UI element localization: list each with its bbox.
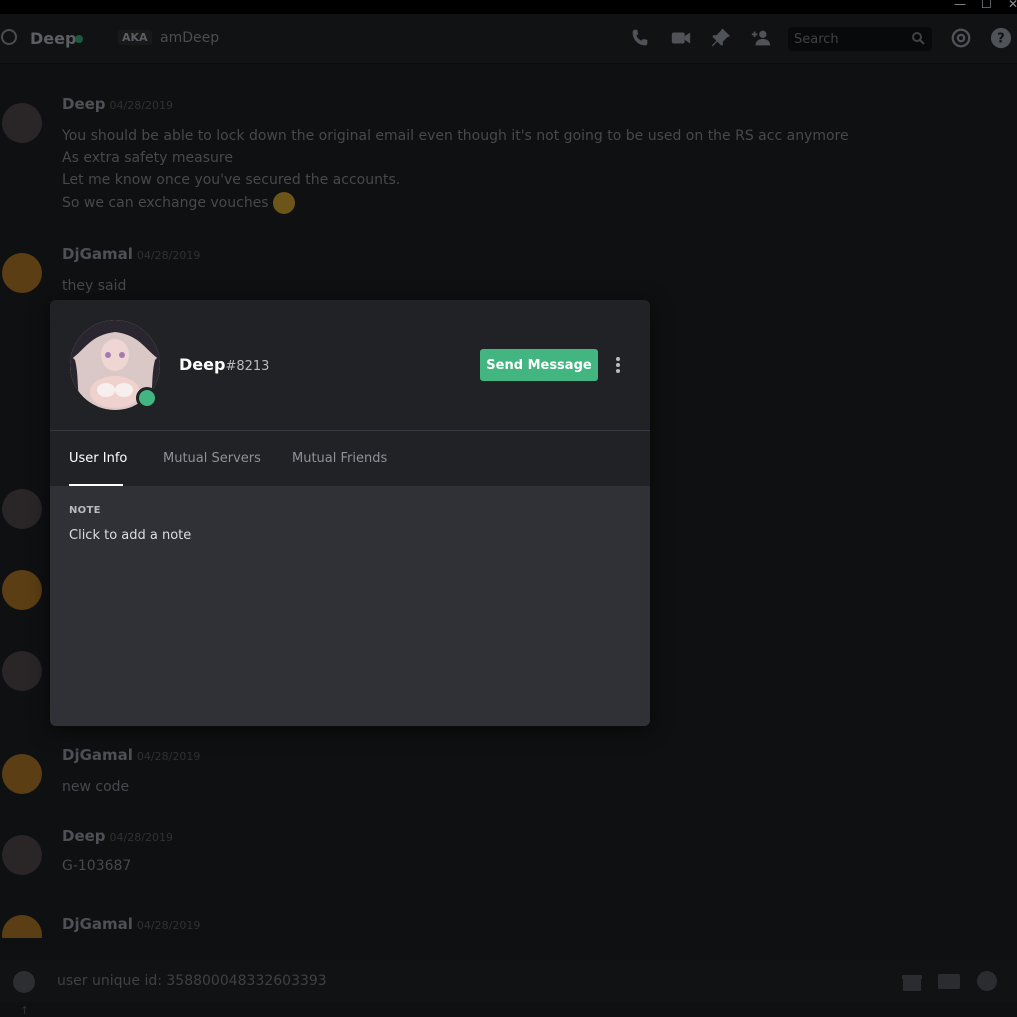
call-icon[interactable]: [629, 27, 651, 49]
message-author[interactable]: DjGamal 04/28/2019: [62, 915, 200, 933]
message-timestamp: 04/28/2019: [136, 919, 201, 932]
message-text: You should be able to lock down the orig…: [62, 128, 849, 144]
channel-name: Deep: [30, 29, 77, 48]
user-profile-popout: Deep#8213 Send Message User Info Mutual …: [50, 300, 650, 726]
message-text: So we can exchange vouches: [62, 192, 296, 214]
profile-tabs: User Info Mutual Servers Mutual Friends: [50, 430, 650, 486]
svg-text:?: ?: [997, 32, 1004, 47]
video-call-icon[interactable]: [670, 27, 692, 49]
message-composer[interactable]: user unique id: 358800048332603393: [0, 960, 1017, 1002]
user-avatar[interactable]: [2, 754, 42, 794]
emoji-icon[interactable]: [975, 970, 999, 992]
channel-header: Deep AKA amDeep ?: [0, 14, 1017, 64]
message-author[interactable]: DjGamal 04/28/2019: [62, 245, 200, 263]
popout-header: Deep#8213 Send Message: [50, 300, 650, 430]
message-timestamp: 04/28/2019: [109, 99, 173, 112]
tab-mutual-servers[interactable]: Mutual Servers: [163, 451, 261, 466]
gif-icon[interactable]: [937, 970, 961, 992]
user-avatar[interactable]: [2, 915, 42, 938]
profile-username: Deep#8213: [179, 355, 270, 374]
aka-badge: AKA: [118, 30, 152, 45]
alias-text: amDeep: [160, 30, 220, 46]
minimize-icon[interactable]: —: [954, 0, 966, 11]
tab-mutual-friends[interactable]: Mutual Friends: [292, 451, 387, 466]
message-timestamp: 04/28/2019: [109, 831, 173, 844]
upload-icon[interactable]: [13, 971, 35, 993]
message-author[interactable]: DjGamal 04/28/2019: [62, 746, 200, 764]
send-message-button[interactable]: Send Message: [480, 349, 598, 381]
tab-user-info[interactable]: User Info: [69, 451, 127, 466]
window-title-bar: — ☐ ✕: [0, 0, 1017, 14]
pin-icon[interactable]: [710, 27, 732, 49]
message-author[interactable]: Deep 04/28/2019: [62, 95, 173, 113]
typing-indicator: ↑: [20, 1004, 30, 1017]
message-timestamp: 04/28/2019: [136, 249, 201, 262]
search-icon: [912, 32, 925, 45]
message-text: they said: [62, 278, 127, 294]
note-input[interactable]: Click to add a note: [69, 528, 191, 543]
message-text: G-103687: [62, 858, 132, 874]
user-info-panel: NOTE Click to add a note: [50, 486, 650, 726]
help-icon[interactable]: ?: [990, 27, 1012, 49]
gift-icon[interactable]: [900, 970, 924, 992]
maximize-icon[interactable]: ☐: [981, 0, 992, 11]
message-text: As extra safety measure: [62, 150, 233, 166]
user-avatar[interactable]: [2, 651, 42, 691]
note-heading: NOTE: [69, 505, 101, 516]
close-icon[interactable]: ✕: [1008, 0, 1017, 11]
message-text: new code: [62, 779, 130, 795]
add-friend-icon[interactable]: [750, 27, 772, 49]
user-avatar[interactable]: [2, 835, 42, 875]
mentions-icon[interactable]: [950, 27, 972, 49]
message-text: Let me know once you've secured the acco…: [62, 172, 401, 188]
more-options-icon[interactable]: [610, 355, 626, 375]
user-avatar[interactable]: [2, 253, 42, 293]
at-sign-icon: [1, 29, 17, 45]
profile-discriminator: #8213: [225, 359, 270, 374]
user-avatar[interactable]: [2, 103, 42, 143]
online-status-icon: [136, 387, 158, 409]
message-group: DjGamal 04/28/2019: [0, 915, 1017, 938]
smile-emoji-icon: [273, 192, 296, 214]
user-avatar[interactable]: [2, 489, 42, 529]
message-author[interactable]: Deep 04/28/2019: [62, 827, 173, 845]
composer-text[interactable]: user unique id: 358800048332603393: [57, 973, 327, 989]
online-status-dot: [75, 35, 83, 43]
user-avatar[interactable]: [2, 570, 42, 610]
message-timestamp: 04/28/2019: [136, 750, 201, 763]
